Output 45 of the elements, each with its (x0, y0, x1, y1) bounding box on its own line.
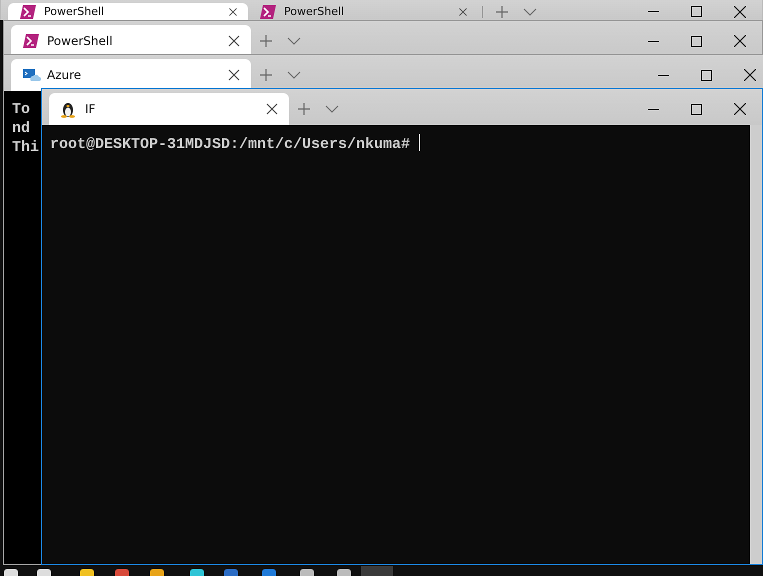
new-tab-icon[interactable] (259, 68, 273, 82)
terminal-line: root@DESKTOP-31MDJSD:/mnt/c/Users/nkuma# (50, 136, 410, 153)
tab[interactable]: PowerShell (8, 3, 248, 20)
cloud-terminal-icon (23, 68, 41, 82)
prompt-icon (20, 4, 36, 18)
taskbar-icon[interactable] (190, 569, 204, 576)
close-icon[interactable] (734, 6, 746, 18)
taskbar-icon[interactable] (150, 569, 164, 576)
minimize-icon[interactable] (648, 108, 659, 110)
minimize-icon[interactable] (648, 40, 659, 42)
dropdown-icon[interactable] (523, 8, 537, 16)
tab[interactable]: Azure (11, 59, 251, 91)
close-icon[interactable] (227, 34, 241, 48)
prompt-icon (23, 34, 39, 48)
prompt-icon (260, 4, 276, 18)
new-tab-icon[interactable] (259, 34, 273, 48)
dropdown-icon[interactable] (287, 37, 301, 45)
dropdown-icon[interactable] (287, 71, 301, 79)
terminal-line: nd (12, 120, 30, 137)
close-icon[interactable] (734, 35, 746, 47)
maximize-icon[interactable] (691, 36, 702, 46)
minimize-icon[interactable] (658, 74, 669, 76)
taskbar-icon[interactable] (337, 569, 351, 576)
tab[interactable]: PowerShell (11, 25, 251, 57)
taskbar-icon[interactable] (37, 569, 51, 576)
close-icon[interactable] (458, 6, 468, 16)
close-icon[interactable] (744, 69, 756, 81)
taskbar-icon[interactable] (80, 569, 94, 576)
dropdown-icon[interactable] (325, 105, 339, 113)
maximize-icon[interactable] (691, 6, 702, 17)
new-tab-icon[interactable] (297, 102, 311, 116)
maximize-icon[interactable] (691, 104, 702, 114)
tab[interactable]: PowerShell (248, 3, 478, 20)
maximize-icon[interactable] (701, 70, 712, 80)
taskbar-icon[interactable] (300, 569, 314, 576)
terminal-line: To (12, 101, 30, 118)
terminal-line: Thi (12, 139, 40, 156)
penguin-icon (61, 100, 75, 118)
tab[interactable]: IF (49, 93, 289, 125)
close-icon[interactable] (228, 6, 238, 16)
close-icon[interactable] (265, 102, 279, 116)
new-tab-icon[interactable] (495, 4, 509, 18)
close-icon[interactable] (734, 103, 746, 115)
taskbar-icon[interactable] (4, 569, 18, 576)
close-icon[interactable] (227, 68, 241, 82)
